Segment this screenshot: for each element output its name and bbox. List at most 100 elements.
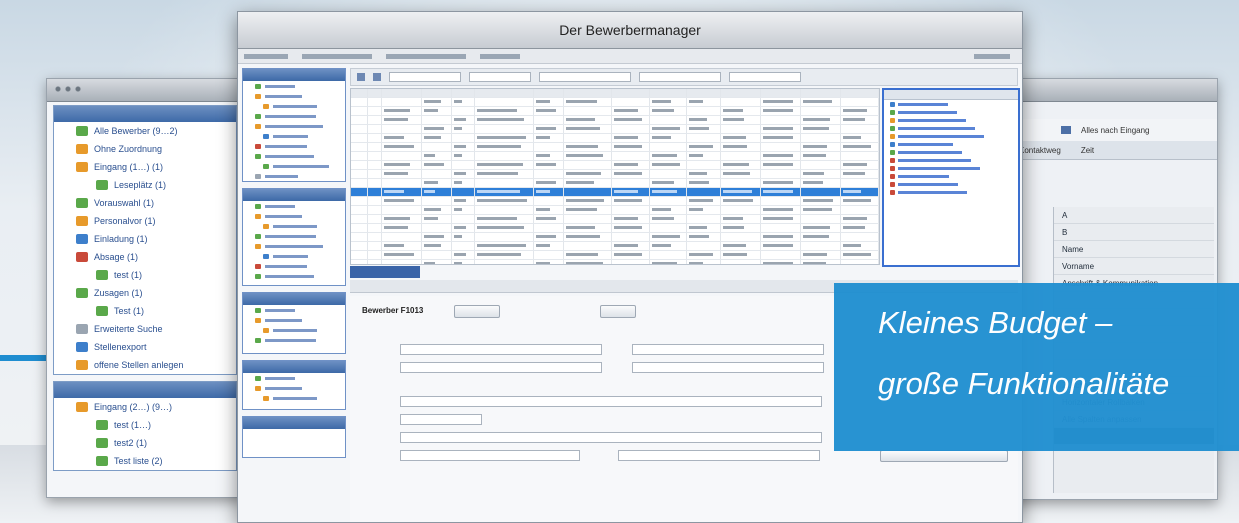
status-tree-item[interactable] (884, 180, 1018, 188)
folder-item[interactable]: Test liste (2) (54, 452, 236, 470)
sidebar-mini-item[interactable] (243, 101, 345, 111)
table-row[interactable] (351, 107, 879, 116)
toolbar-icon[interactable] (373, 73, 381, 81)
table-row[interactable] (351, 116, 879, 125)
sidebar-panel-header[interactable] (243, 293, 345, 305)
status-tree-item[interactable] (884, 108, 1018, 116)
sort-selector[interactable]: Alles nach Eingang (1081, 126, 1150, 135)
table-row[interactable] (351, 125, 879, 134)
folder-item[interactable]: Vorauswahl (1) (54, 194, 236, 212)
sidebar-mini-item[interactable] (243, 161, 345, 171)
sidebar-mini-item[interactable] (243, 211, 345, 221)
table-row[interactable] (351, 233, 879, 242)
toolbar-field[interactable] (469, 72, 531, 82)
folder-item[interactable]: Ohne Zuordnung (54, 140, 236, 158)
status-tree-item[interactable] (884, 188, 1018, 196)
form-field-phone[interactable] (400, 450, 580, 461)
context-menu-item[interactable]: B (1054, 224, 1214, 241)
sidebar-mini-item[interactable] (243, 141, 345, 151)
toolbar-field[interactable] (729, 72, 801, 82)
folder-item[interactable]: test2 (1) (54, 434, 236, 452)
status-tree-tab[interactable] (884, 90, 1018, 100)
form-field-zip-city[interactable] (400, 414, 482, 425)
column-header-contact[interactable]: Kontaktweg (1019, 146, 1061, 155)
menu-item-1[interactable] (244, 53, 288, 59)
sidebar-panel-header[interactable] (243, 417, 345, 429)
status-tree-item[interactable] (884, 132, 1018, 140)
form-photo-button[interactable] (600, 305, 636, 318)
sidebar-mini-item[interactable] (243, 221, 345, 231)
toolbar-field[interactable] (539, 72, 631, 82)
table-row[interactable] (351, 242, 879, 251)
folder-item[interactable]: Erweiterte Suche (54, 320, 236, 338)
sidebar-mini-item[interactable] (243, 201, 345, 211)
table-row[interactable] (351, 134, 879, 143)
status-tree-item[interactable] (884, 124, 1018, 132)
status-tree-item[interactable] (884, 156, 1018, 164)
grid-header-row[interactable] (351, 89, 879, 98)
table-row[interactable] (351, 197, 879, 206)
menu-item-right[interactable] (974, 53, 1010, 59)
sidebar-mini-item[interactable] (243, 393, 345, 403)
sidebar-mini-item[interactable] (243, 91, 345, 101)
context-menu-item[interactable]: Name (1054, 241, 1214, 258)
folder-item[interactable]: offene Stellen anlegen (54, 356, 236, 374)
folder-item[interactable]: Zusagen (1) (54, 284, 236, 302)
table-row[interactable] (351, 251, 879, 260)
window-controls-icon[interactable] (55, 86, 85, 93)
form-field-street[interactable] (400, 396, 822, 407)
table-row[interactable] (351, 224, 879, 233)
folder-item[interactable]: Eingang (1…) (1) (54, 158, 236, 176)
sidebar-mini-item[interactable] (243, 111, 345, 121)
sidebar-panel-header[interactable] (243, 69, 345, 81)
status-tree-item[interactable] (884, 116, 1018, 124)
sidebar-mini-item[interactable] (243, 241, 345, 251)
folder-item[interactable]: Alle Bewerber (9…2) (54, 122, 236, 140)
table-row[interactable] (351, 260, 879, 264)
sidebar-mini-item[interactable] (243, 271, 345, 281)
table-row[interactable] (351, 179, 879, 188)
sidebar-mini-item[interactable] (243, 383, 345, 393)
status-tree-item[interactable] (884, 172, 1018, 180)
folder-item[interactable]: Personalvor (1) (54, 212, 236, 230)
table-row[interactable] (351, 161, 879, 170)
folder-item[interactable]: Leseplätz (1) (54, 176, 236, 194)
sidebar-mini-item[interactable] (243, 261, 345, 271)
sidebar-mini-item[interactable] (243, 131, 345, 141)
sidebar-mini-item[interactable] (243, 151, 345, 161)
detail-toolbar[interactable] (350, 266, 420, 278)
sidebar-mini-item[interactable] (243, 121, 345, 131)
sidebar-mini-item[interactable] (243, 325, 345, 335)
applicant-grid[interactable] (350, 88, 880, 265)
sidebar-panel-header[interactable] (243, 361, 345, 373)
toolbar-field[interactable] (389, 72, 461, 82)
folder-item[interactable]: test (1) (54, 266, 236, 284)
column-header-time[interactable]: Zeit (1081, 146, 1094, 155)
status-tree-item[interactable] (884, 100, 1018, 108)
menu-item-3[interactable] (386, 53, 466, 59)
form-action-button[interactable] (454, 305, 500, 318)
toolbar-icon[interactable] (357, 73, 365, 81)
toolbar-field[interactable] (639, 72, 721, 82)
table-row[interactable] (351, 143, 879, 152)
sidebar-mini-item[interactable] (243, 335, 345, 345)
sort-icon[interactable] (1061, 126, 1071, 134)
status-tree-item[interactable] (884, 148, 1018, 156)
folder-item[interactable]: Einladung (1) (54, 230, 236, 248)
sidebar-mini-item[interactable] (243, 305, 345, 315)
table-row[interactable] (351, 98, 879, 107)
applicant-panel-header[interactable] (54, 106, 236, 122)
table-row[interactable] (351, 170, 879, 179)
table-row[interactable] (351, 215, 879, 224)
table-row[interactable] (351, 206, 879, 215)
context-menu-item[interactable]: A (1054, 207, 1214, 224)
form-field-salutation[interactable] (400, 344, 602, 355)
form-field-firstname[interactable] (632, 362, 824, 373)
form-field-title[interactable] (632, 344, 824, 355)
postings-panel-header[interactable] (54, 382, 236, 398)
sidebar-mini-item[interactable] (243, 81, 345, 91)
folder-item[interactable]: Test (1) (54, 302, 236, 320)
sidebar-mini-item[interactable] (243, 231, 345, 241)
folder-item[interactable]: Absage (1) (54, 248, 236, 266)
table-row[interactable] (351, 152, 879, 161)
